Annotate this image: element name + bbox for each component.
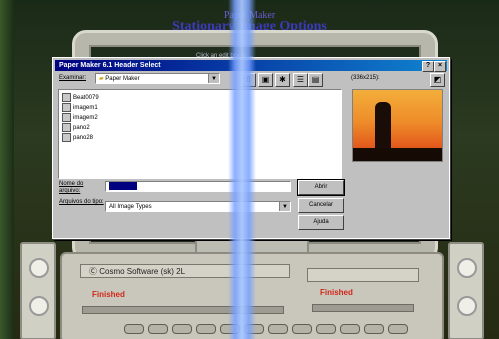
open-button[interactable]: Abrir <box>297 179 345 196</box>
drive-slot <box>312 304 414 312</box>
left-speaker <box>20 242 56 339</box>
filetype-value: All Image Types <box>109 204 152 210</box>
control-key[interactable] <box>364 324 384 334</box>
image-file-icon <box>62 103 71 112</box>
filetype-label: Arquivos do tipo: <box>59 199 104 205</box>
list-item[interactable]: pano28 <box>62 133 93 142</box>
control-key[interactable] <box>316 324 336 334</box>
left-border-strip <box>0 0 14 339</box>
chevron-down-icon[interactable]: ▼ <box>208 74 219 83</box>
list-item[interactable]: pano2 <box>62 123 90 132</box>
filename-label: Nome do arquivo: <box>59 181 84 194</box>
right-speaker <box>448 242 484 339</box>
header-select-dialog: Paper Maker 6.1 Header Select ? × Examin… <box>52 57 450 239</box>
control-key[interactable] <box>148 324 168 334</box>
preview-ground <box>353 148 442 161</box>
preview-toggle-icon[interactable]: ◩ <box>430 73 445 87</box>
control-key[interactable] <box>196 324 216 334</box>
file-name: pano28 <box>73 134 94 141</box>
file-name: imagem1 <box>73 104 98 111</box>
chevron-down-icon[interactable]: ▼ <box>279 202 290 211</box>
dialog-titlebar[interactable]: Paper Maker 6.1 Header Select ? × <box>55 60 447 72</box>
help-icon[interactable]: ? <box>422 61 434 72</box>
list-item[interactable]: imagem1 <box>62 103 98 112</box>
file-list[interactable]: Beat0079 imagem1 imagem2 pano2 pano28 <box>58 89 342 179</box>
control-key[interactable] <box>268 324 288 334</box>
up-folder-icon[interactable]: ⇧ <box>241 73 256 87</box>
speaker-cone <box>29 296 49 316</box>
look-in-dropdown[interactable]: ▰ Paper Maker ▼ <box>95 73 220 84</box>
status-finished-right: Finished <box>320 288 353 297</box>
preview-size-label: (336x215): <box>351 75 380 81</box>
cancel-button[interactable]: Cancelar <box>298 198 344 213</box>
speaker-cone <box>457 258 477 278</box>
list-view-icon[interactable]: ☰ <box>293 73 308 87</box>
filename-value <box>109 182 137 190</box>
image-file-icon <box>62 113 71 122</box>
drive-bay <box>307 268 419 282</box>
computer-cabinet: Ⓒ Cosmo Software (sk) 2L Finished Finish… <box>60 252 444 339</box>
folder-icon: ▰ <box>99 76 104 82</box>
help-button[interactable]: Ajuda <box>298 215 344 230</box>
look-in-label: Examinar: <box>59 75 87 81</box>
control-keys <box>124 324 408 334</box>
image-preview <box>352 89 443 162</box>
preview-silhouette <box>375 102 391 154</box>
list-item[interactable]: Beat0079 <box>62 93 99 102</box>
new-folder-icon[interactable]: ✱ <box>275 73 290 87</box>
control-key[interactable] <box>340 324 360 334</box>
image-file-icon <box>62 123 71 132</box>
speaker-cone <box>457 296 477 316</box>
filename-input[interactable] <box>105 181 291 192</box>
drive-label-bar: Ⓒ Cosmo Software (sk) 2L <box>80 264 290 278</box>
control-key[interactable] <box>220 324 240 334</box>
file-name: pano2 <box>73 124 90 131</box>
control-key[interactable] <box>292 324 312 334</box>
status-finished-left: Finished <box>92 290 125 299</box>
control-key[interactable] <box>244 324 264 334</box>
list-item[interactable]: imagem2 <box>62 113 98 122</box>
control-key[interactable] <box>124 324 144 334</box>
file-name: Beat0079 <box>73 94 99 101</box>
control-key[interactable] <box>172 324 192 334</box>
desktop-icon[interactable]: ▣ <box>258 73 273 87</box>
dialog-title: Paper Maker 6.1 Header Select <box>59 62 161 69</box>
drive-slot <box>82 306 284 314</box>
control-key[interactable] <box>388 324 408 334</box>
look-in-value: Paper Maker <box>105 76 140 82</box>
filetype-dropdown[interactable]: All Image Types ▼ <box>105 201 291 212</box>
file-name: imagem2 <box>73 114 98 121</box>
details-view-icon[interactable]: ▤ <box>308 73 323 87</box>
speaker-cone <box>29 258 49 278</box>
image-file-icon <box>62 93 71 102</box>
close-icon[interactable]: × <box>434 61 446 72</box>
image-file-icon <box>62 133 71 142</box>
